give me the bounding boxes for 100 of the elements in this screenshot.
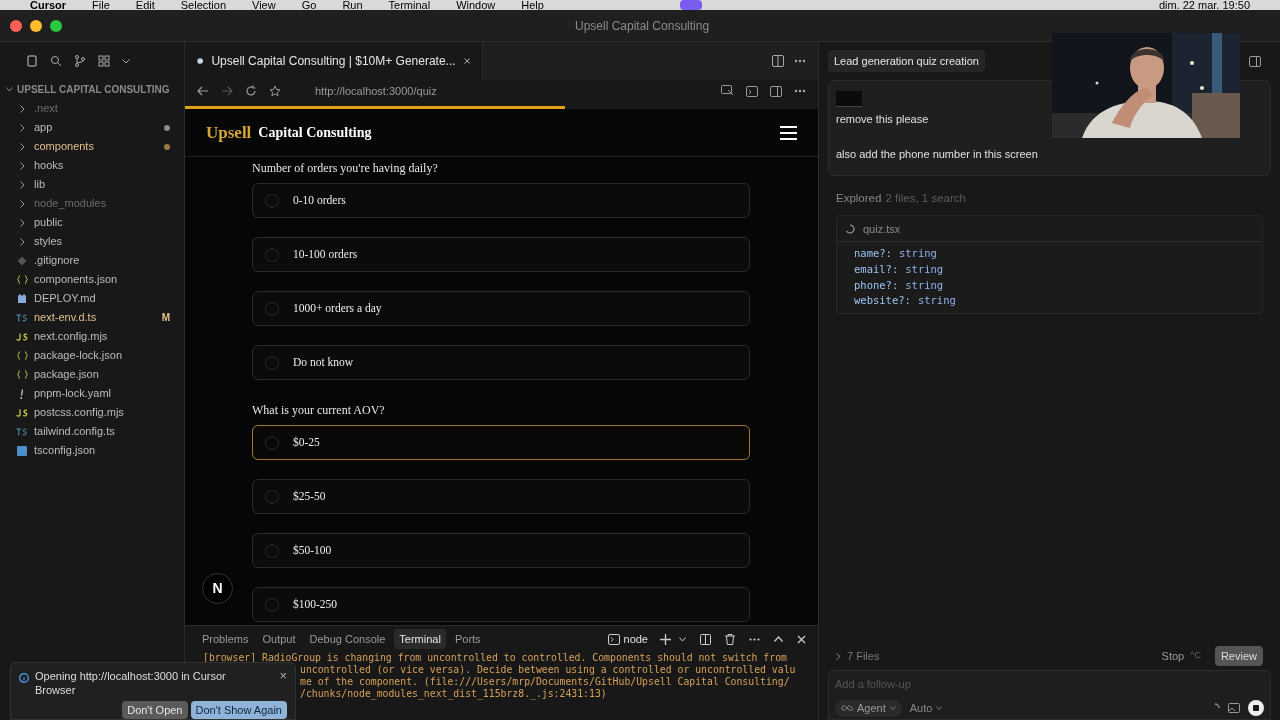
close-button[interactable]: × [279, 669, 287, 682]
answer-option[interactable]: $100-250 [252, 587, 750, 622]
zoom-window-button[interactable] [50, 19, 62, 32]
menu-item[interactable]: Terminal [388, 0, 431, 10]
plus-icon[interactable] [660, 633, 671, 645]
explorer-title[interactable]: UPSELL CAPITAL CONSULTING [17, 82, 170, 97]
file-tree-item[interactable]: .gitignore [0, 251, 184, 270]
review-button[interactable]: Review [1214, 645, 1263, 667]
back-icon[interactable] [197, 86, 209, 96]
answer-option[interactable]: Do not know [252, 345, 750, 380]
model-selector[interactable]: Auto [909, 700, 943, 717]
file-tree-item[interactable]: postcss.config.mjs [0, 403, 184, 422]
infinity-icon [841, 705, 853, 712]
split-editor-icon[interactable] [772, 55, 784, 67]
chevron-right-icon[interactable] [836, 652, 841, 660]
file-tree-item[interactable]: components.json [0, 270, 184, 289]
close-icon[interactable] [797, 634, 806, 644]
reload-icon[interactable] [245, 85, 257, 97]
code-type: string [905, 277, 944, 293]
chevron-down-icon[interactable] [122, 58, 130, 64]
file-tree-item[interactable]: hooks [0, 156, 184, 175]
question-label: Number of orders you're having daily? [252, 160, 439, 177]
code-type: string [898, 246, 937, 262]
split-terminal-icon[interactable] [700, 633, 711, 645]
answer-option[interactable]: $0-25 [252, 425, 750, 460]
explored-label[interactable]: Explored [836, 190, 882, 208]
chevron-down-icon[interactable] [679, 636, 686, 642]
toast-button[interactable]: Don't Show Again [190, 700, 287, 719]
search-icon[interactable] [50, 55, 62, 67]
select-element-icon[interactable] [721, 85, 734, 97]
file-name[interactable]: quiz.tsx [863, 220, 901, 237]
terminal-selector[interactable]: node [623, 630, 648, 648]
answer-option[interactable]: 1000+ orders a day [252, 291, 750, 326]
file-tree-item[interactable]: DEPLOY.md [0, 289, 184, 308]
file-tree-item[interactable]: package-lock.json [0, 346, 184, 365]
trash-icon[interactable] [725, 633, 735, 645]
more-icon[interactable] [749, 637, 760, 641]
image-thumbnail[interactable] [836, 91, 862, 107]
close-icon[interactable] [463, 56, 470, 66]
star-icon[interactable] [269, 85, 281, 97]
sidebar-toggle-icon[interactable] [770, 85, 782, 97]
window-title: Upsell Capital Consulting [575, 17, 710, 35]
menu-item[interactable]: View [252, 0, 276, 10]
toast-button[interactable]: Don't Open [122, 700, 188, 719]
menu-item[interactable]: Go [301, 0, 317, 10]
answer-option[interactable]: $50-100 [252, 533, 750, 568]
file-tree-item[interactable]: tsconfig.json [0, 441, 184, 460]
menu-item[interactable]: Window [456, 0, 496, 10]
files-summary[interactable]: 7 Files [847, 647, 1156, 665]
file-tree-item[interactable]: package.json [0, 365, 184, 384]
answer-option[interactable]: 10-100 orders [252, 237, 750, 272]
panel-tab[interactable]: Debug Console [304, 628, 391, 650]
sidebar-toggle-icon[interactable] [1249, 55, 1261, 67]
source-control-icon[interactable] [74, 55, 86, 67]
file-tree-item[interactable]: tailwind.config.ts [0, 422, 184, 441]
file-tree-item[interactable]: lib [0, 175, 184, 194]
answer-option[interactable]: 0-10 orders [252, 183, 750, 218]
console-icon[interactable] [746, 85, 758, 97]
status-icon[interactable] [679, 0, 702, 10]
panel-tab[interactable]: Terminal [394, 628, 446, 650]
extensions-icon[interactable] [98, 55, 110, 67]
file-tree-item[interactable]: next-env.d.ts M [0, 308, 184, 327]
minimize-window-button[interactable] [30, 19, 42, 32]
dev-indicator-button[interactable]: N [202, 573, 233, 604]
message-text: remove this please [836, 112, 930, 127]
stop-button[interactable] [1248, 700, 1264, 717]
spinner-icon [845, 223, 855, 234]
file-tree-item[interactable]: styles [0, 232, 184, 251]
more-icon[interactable] [794, 89, 806, 93]
chevron-down-icon[interactable] [6, 87, 13, 92]
panel-tab[interactable]: Problems [197, 628, 254, 650]
menu-item[interactable]: Selection [180, 0, 227, 10]
file-tree-item[interactable]: public [0, 213, 184, 232]
menu-item[interactable]: Help [521, 0, 544, 10]
clock[interactable]: dim. 22 mar. 19:50 [1158, 0, 1250, 10]
chat-title[interactable]: Lead generation quiz creation [828, 49, 985, 73]
logo[interactable]: Upsell [206, 119, 252, 146]
panel-tab[interactable]: Ports [449, 628, 486, 650]
menu-icon[interactable] [780, 125, 797, 140]
mode-selector[interactable]: Agent [835, 700, 902, 717]
image-icon[interactable] [1228, 703, 1240, 714]
more-icon[interactable] [794, 59, 806, 63]
file-tree-item[interactable]: app [0, 118, 184, 137]
menu-item[interactable]: Run [342, 0, 363, 10]
close-window-button[interactable] [10, 19, 22, 32]
menu-item[interactable]: Edit [135, 0, 155, 10]
maximize-panel-icon[interactable] [774, 636, 783, 642]
braces-icon [16, 275, 28, 284]
files-icon[interactable] [26, 55, 38, 67]
stop-link[interactable]: Stop [1161, 647, 1185, 665]
file-tree-item[interactable]: pnpm-lock.yaml [0, 384, 184, 403]
panel-tab[interactable]: Output [257, 628, 301, 650]
browser-tab[interactable]: Upsell Capital Consulting | $10M+ Generate... [185, 42, 483, 80]
explored-detail: 2 files, 1 search [885, 191, 966, 206]
file-tree-item[interactable]: next.config.mjs [0, 327, 184, 346]
logo-text: Capital Consulting [258, 124, 373, 142]
menu-item[interactable]: File [92, 0, 110, 10]
answer-option[interactable]: $25-50 [252, 479, 750, 514]
app-menu[interactable]: Cursor [30, 0, 67, 10]
file-tree-item[interactable]: components [0, 137, 184, 156]
